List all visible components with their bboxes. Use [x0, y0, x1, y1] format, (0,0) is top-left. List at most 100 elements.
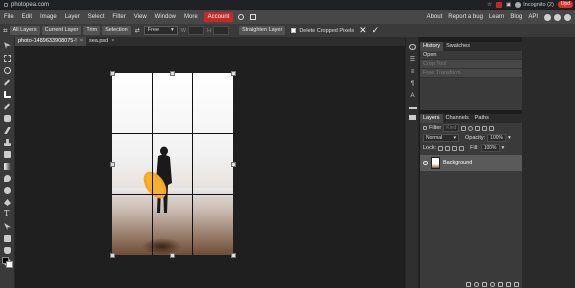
star-icon[interactable]: ☆ [487, 2, 492, 8]
layer-mask-icon[interactable] [482, 281, 487, 287]
current-layer-button[interactable]: Current Layer [41, 26, 82, 35]
gradient-tool-icon[interactable] [4, 163, 11, 170]
fullscreen-icon[interactable] [250, 14, 257, 20]
clone-stamp-icon[interactable] [4, 139, 11, 146]
crop-handle-top-right[interactable] [231, 71, 236, 76]
menu-image[interactable]: Image [36, 10, 61, 24]
marquee-tool-icon[interactable] [4, 55, 11, 62]
crop-tool-icon[interactable]: ⌗ [3, 26, 8, 36]
layer-row[interactable]: Background [420, 155, 522, 171]
canvas-area[interactable] [15, 46, 405, 288]
crop-handle-left[interactable] [110, 162, 115, 167]
crop-handle-bottom-right[interactable] [231, 253, 236, 258]
delete-layer-icon[interactable] [514, 281, 519, 287]
fill-input[interactable]: 100% [480, 144, 500, 152]
doc-tab-sea[interactable]: sea.psd × [86, 37, 117, 46]
pen-tool-icon[interactable] [4, 199, 11, 206]
filter-kind-select[interactable]: Kind [443, 124, 460, 132]
visibility-eye-icon[interactable] [423, 161, 428, 165]
properties-icon[interactable] [409, 107, 417, 109]
site-info-icon[interactable] [4, 2, 8, 7]
selection-button[interactable]: Selection [102, 26, 131, 35]
history-item-transform[interactable]: Free Transform [420, 69, 522, 78]
filter-pixel-icon[interactable] [461, 125, 467, 131]
move-tool-icon[interactable] [4, 42, 11, 49]
lock-all-icon[interactable] [459, 145, 465, 151]
puzzle-icon[interactable]: ▣ [506, 2, 511, 8]
tab-swatches[interactable]: Swatches [443, 42, 473, 51]
paragraph-icon[interactable]: ¶ [409, 81, 416, 87]
link-api[interactable]: API [525, 10, 541, 24]
update-button[interactable]: Upd [557, 1, 573, 8]
lock-transparency-icon[interactable] [438, 145, 444, 151]
menu-view[interactable]: View [130, 10, 151, 24]
info-icon[interactable]: i [409, 44, 416, 50]
cancel-crop-icon[interactable]: ✕ [359, 25, 367, 36]
menu-more[interactable]: More [180, 10, 202, 24]
filter-shape-icon[interactable] [482, 125, 488, 131]
ratio-select[interactable]: Free ▾ [143, 26, 178, 35]
adjustment-layer-icon[interactable] [490, 281, 495, 287]
opacity-input[interactable]: 100% [487, 134, 506, 142]
extension-icon[interactable] [496, 1, 503, 8]
history-item-crop[interactable]: Crop Tool [420, 60, 522, 69]
chevron-down-icon[interactable]: ▾ [502, 145, 505, 151]
healing-brush-icon[interactable] [4, 115, 11, 122]
tab-channels[interactable]: Channels [443, 114, 472, 123]
hand-tool-icon[interactable] [4, 247, 11, 254]
background-color-swatch[interactable] [6, 261, 13, 268]
blur-tool-icon[interactable] [4, 175, 11, 182]
history-item-open[interactable]: Open [420, 51, 522, 60]
lock-move-icon[interactable] [452, 145, 458, 151]
brush-settings-icon[interactable]: ☰ [409, 57, 416, 63]
link-about[interactable]: About [424, 10, 446, 24]
menu-layer[interactable]: Layer [61, 10, 84, 24]
new-layer-icon[interactable] [506, 281, 511, 287]
settings-icon[interactable] [238, 14, 245, 20]
straighten-button[interactable]: Straighten Layer [238, 26, 286, 35]
filter-type-icon[interactable] [475, 125, 481, 131]
link-blog[interactable]: Blog [507, 10, 525, 24]
filter-checkbox[interactable] [423, 126, 427, 130]
link-learn[interactable]: Learn [486, 10, 507, 24]
crop-handle-top[interactable] [170, 71, 175, 76]
filter-smart-icon[interactable] [489, 125, 495, 131]
shape-tool-icon[interactable] [4, 235, 11, 242]
eraser-icon[interactable] [4, 151, 11, 158]
new-group-icon[interactable] [498, 281, 503, 287]
filter-adjustment-icon[interactable] [468, 125, 474, 131]
reddit-icon[interactable] [544, 13, 551, 21]
dodge-tool-icon[interactable] [4, 187, 11, 194]
facebook-icon[interactable] [564, 13, 571, 21]
crop-handle-bottom[interactable] [170, 253, 175, 258]
blend-mode-select[interactable]: Normal ▾ [423, 134, 459, 142]
link-layers-icon[interactable] [466, 281, 471, 287]
image-icon[interactable] [409, 115, 416, 120]
link-report-bug[interactable]: Report a bug [445, 10, 486, 24]
crop-tool-icon[interactable] [4, 91, 11, 98]
close-icon[interactable]: × [111, 37, 114, 46]
close-icon[interactable]: × [80, 37, 83, 46]
eyedropper-icon[interactable] [3, 103, 11, 110]
crop-handle-bottom-left[interactable] [110, 253, 115, 258]
menu-file[interactable]: File [0, 10, 18, 24]
adjustments-icon[interactable]: ≡ [409, 69, 416, 75]
character-icon[interactable]: A [409, 93, 416, 99]
path-select-icon[interactable] [4, 223, 11, 230]
tab-history[interactable]: History [420, 42, 444, 51]
incognito-badge[interactable]: Incognito (2) [515, 1, 554, 8]
chevron-down-icon[interactable]: ▾ [508, 135, 511, 141]
brush-tool-icon[interactable] [4, 127, 11, 134]
width-input[interactable] [187, 26, 204, 35]
all-layers-button[interactable]: All Layers [9, 26, 40, 35]
crop-handle-right[interactable] [231, 162, 236, 167]
twitter-icon[interactable] [554, 13, 561, 21]
tab-layers[interactable]: Layers [420, 114, 443, 123]
trim-button[interactable]: Trim [83, 26, 101, 35]
swap-icon[interactable]: ⇄ [135, 27, 140, 34]
height-input[interactable] [212, 26, 229, 35]
address-bar[interactable]: photopea.com [4, 2, 49, 8]
menu-window[interactable]: Window [151, 10, 180, 24]
lasso-tool-icon[interactable] [4, 67, 11, 74]
lock-paint-icon[interactable] [445, 145, 451, 151]
